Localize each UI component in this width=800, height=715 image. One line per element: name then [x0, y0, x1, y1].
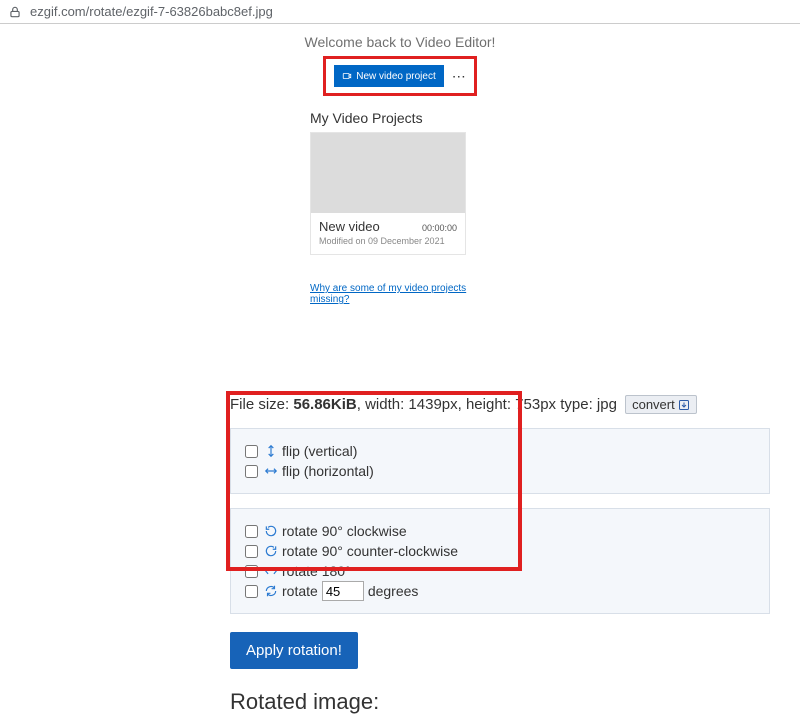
- rotated-image-heading: Rotated image:: [230, 689, 800, 715]
- rotate-180-checkbox[interactable]: [245, 565, 258, 578]
- file-size-prefix: File size:: [230, 396, 293, 413]
- flip-vertical-icon: [264, 444, 278, 458]
- file-dims: , width: 1439px, height: 753px: [357, 396, 556, 413]
- download-arrow-icon: [678, 399, 690, 411]
- flip-horizontal-checkbox[interactable]: [245, 465, 258, 478]
- missing-projects-link[interactable]: Why are some of my video projects missin…: [310, 283, 490, 305]
- rotate-degrees-input[interactable]: [322, 581, 364, 601]
- rotate-options-block: rotate 90° clockwise rotate 90° counter-…: [230, 508, 770, 614]
- file-size-value: 56.86KiB: [293, 396, 356, 413]
- flip-horizontal-row: flip (horizontal): [245, 461, 755, 481]
- apply-rotation-button[interactable]: Apply rotation!: [230, 632, 358, 669]
- ezgif-rotate-section: File size: 56.86KiB, width: 1439px, heig…: [0, 395, 800, 715]
- rotate-custom-icon: [264, 584, 278, 598]
- rotate-ccw-checkbox[interactable]: [245, 545, 258, 558]
- flip-horizontal-label: flip (horizontal): [282, 461, 374, 481]
- project-name: New video: [319, 219, 380, 234]
- rotate-cw-icon: [264, 524, 278, 538]
- more-button[interactable]: ⋯: [452, 68, 466, 85]
- welcome-text: Welcome back to Video Editor!: [305, 34, 496, 50]
- my-video-projects-title: My Video Projects: [310, 110, 490, 126]
- flip-options-block: flip (vertical) flip (horizontal): [230, 428, 770, 494]
- new-project-highlight: New video project ⋯: [323, 56, 476, 96]
- flip-vertical-label: flip (vertical): [282, 441, 357, 461]
- rotate-custom-suffix: degrees: [368, 581, 419, 601]
- flip-horizontal-icon: [264, 464, 278, 478]
- flip-vertical-checkbox[interactable]: [245, 445, 258, 458]
- file-info: File size: 56.86KiB, width: 1439px, heig…: [230, 395, 800, 414]
- project-duration: 00:00:00: [422, 223, 457, 233]
- rotate-180-row: rotate 180°: [245, 561, 755, 581]
- flip-vertical-row: flip (vertical): [245, 441, 755, 461]
- new-project-label: New video project: [356, 71, 435, 82]
- rotate-ccw-icon: [264, 544, 278, 558]
- rotate-cw-label: rotate 90° clockwise: [282, 521, 407, 541]
- project-card[interactable]: New video 00:00:00 Modified on 09 Decemb…: [310, 132, 466, 255]
- address-url[interactable]: ezgif.com/rotate/ezgif-7-63826babc8ef.jp…: [30, 4, 273, 19]
- rotate-180-icon: [264, 564, 278, 578]
- project-modified: Modified on 09 December 2021: [319, 236, 457, 246]
- convert-label: convert: [632, 397, 675, 412]
- rotate-ccw-label: rotate 90° counter-clockwise: [282, 541, 458, 561]
- lock-icon: [8, 5, 22, 19]
- address-bar: ezgif.com/rotate/ezgif-7-63826babc8ef.jp…: [0, 0, 800, 24]
- new-video-project-button[interactable]: New video project: [334, 65, 443, 87]
- file-type: type: jpg: [556, 396, 617, 413]
- video-editor-screenshot: Welcome back to Video Editor! New video …: [0, 24, 800, 305]
- rotate-cw-row: rotate 90° clockwise: [245, 521, 755, 541]
- rotate-cw-checkbox[interactable]: [245, 525, 258, 538]
- project-thumbnail: [311, 133, 465, 213]
- rotate-custom-row: rotate degrees: [245, 581, 755, 601]
- rotate-custom-checkbox[interactable]: [245, 585, 258, 598]
- rotate-ccw-row: rotate 90° counter-clockwise: [245, 541, 755, 561]
- rotate-180-label: rotate 180°: [282, 561, 351, 581]
- convert-button[interactable]: convert: [625, 395, 697, 414]
- new-project-icon: [342, 71, 352, 81]
- rotate-custom-prefix: rotate: [282, 581, 318, 601]
